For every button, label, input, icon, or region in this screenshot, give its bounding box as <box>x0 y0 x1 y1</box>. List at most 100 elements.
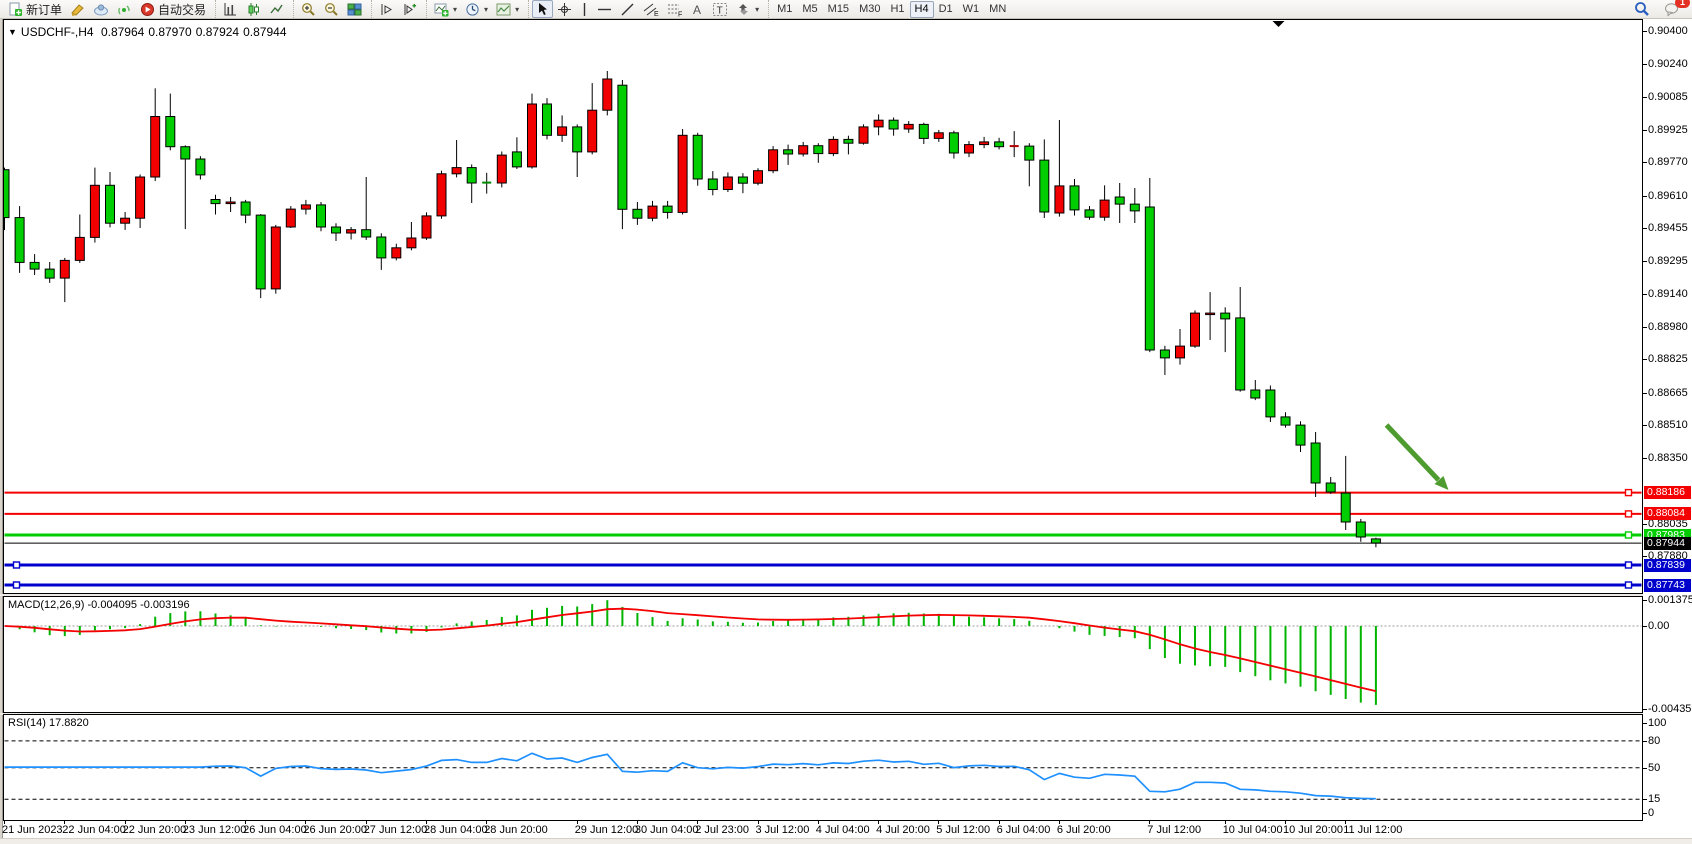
bid-price-badge: 0.87944 <box>1644 537 1691 550</box>
price-line-badge: 0.87839 <box>1644 559 1691 572</box>
price-tick-label: 0.89610 <box>1648 191 1688 202</box>
timeframe-button-m15[interactable]: M15 <box>823 1 854 18</box>
timeframe-button-m1[interactable]: M1 <box>772 1 797 18</box>
rsi-value: 17.8820 <box>49 717 89 729</box>
horizontal-line-icon <box>597 5 612 14</box>
styler-button[interactable] <box>66 0 89 18</box>
line-handle[interactable] <box>1626 490 1632 496</box>
price-tick-mark <box>1643 458 1647 459</box>
indicators-button[interactable]: ▾ <box>430 0 461 18</box>
text-label-tool-button[interactable]: T <box>708 0 732 18</box>
timeframe-button-w1[interactable]: W1 <box>958 1 985 18</box>
bar-chart-icon <box>223 2 238 17</box>
toolbar: 新订单 自动交易 <box>0 0 1692 19</box>
price-tick-mark <box>1643 327 1647 328</box>
time-tick-label: 7 Jul 12:00 <box>1147 824 1201 836</box>
vline-tool-button[interactable] <box>576 0 593 18</box>
horizontal-line-0.87983[interactable] <box>5 532 1642 538</box>
time-tick-label: 10 Jul 04:00 <box>1223 824 1283 836</box>
macd-pane <box>3 596 1643 713</box>
community-button[interactable] <box>89 0 113 18</box>
signals-button[interactable] <box>113 0 136 18</box>
horizontal-line-0.87839[interactable] <box>5 562 1642 568</box>
timeframe-button-h4[interactable]: H4 <box>910 1 934 18</box>
templates-button[interactable]: ▾ <box>492 0 523 18</box>
periods-button[interactable]: ▾ <box>461 0 492 18</box>
clock-icon <box>465 2 480 17</box>
price-tick-label: 0.88980 <box>1648 322 1688 333</box>
timeframe-button-mn[interactable]: MN <box>984 1 1011 18</box>
price-line-badge: 0.88186 <box>1644 486 1691 499</box>
line-chart-icon <box>269 2 284 17</box>
line-chart-type-button[interactable] <box>265 0 288 18</box>
chart-shift-marker-icon[interactable] <box>1273 21 1285 27</box>
notification-badge: 1 <box>1675 0 1690 8</box>
timeframe-button-m5[interactable]: M5 <box>797 1 822 18</box>
down-arrow-annotation[interactable] <box>1387 425 1449 490</box>
chart-shift-icon <box>379 2 394 17</box>
horizontal-line-0.88186[interactable] <box>5 490 1642 496</box>
time-tick-label: 28 Jun 20:00 <box>484 824 548 836</box>
candlestick-type-button[interactable] <box>242 0 265 18</box>
search-icon <box>1634 1 1650 17</box>
line-handle[interactable] <box>14 582 20 588</box>
crosshair-icon <box>557 2 572 17</box>
text-tool-button[interactable]: A <box>687 0 708 18</box>
price-tick-label: 0.90240 <box>1648 59 1688 70</box>
vertical-line-icon <box>580 2 589 17</box>
timeframe-group: M1M5M15M30H1H4D1W1MN <box>768 0 1014 18</box>
macd-tick-mark <box>1643 626 1647 627</box>
autotrade-button[interactable]: 自动交易 <box>136 0 210 18</box>
cursor-tool-button[interactable] <box>532 0 553 18</box>
main-chart-canvas[interactable] <box>4 20 1642 593</box>
svg-text:F: F <box>678 11 682 17</box>
line-handle[interactable] <box>14 562 20 568</box>
fibonacci-tool-button[interactable]: F <box>663 0 687 18</box>
horizontal-line-0.87743[interactable] <box>5 582 1642 588</box>
ohlc-header: ▼USDCHF-,H4 0.879640.879700.879240.87944 <box>8 25 291 39</box>
chart-shift-button[interactable] <box>375 0 398 18</box>
rsi-tick-mark <box>1643 768 1647 769</box>
line-handle[interactable] <box>1626 532 1632 538</box>
periods-dropdown-caret: ▾ <box>484 5 488 14</box>
collapse-chart-icon[interactable]: ▼ <box>8 27 17 37</box>
timeframe-button-d1[interactable]: D1 <box>934 1 958 18</box>
rsi-tick-mark <box>1643 723 1647 724</box>
line-handle[interactable] <box>1626 562 1632 568</box>
time-tick-label: 27 Jun 12:00 <box>364 824 428 836</box>
line-handle[interactable] <box>1626 582 1632 588</box>
timeframe-button-m30[interactable]: M30 <box>854 1 885 18</box>
time-tick-label: 30 Jun 04:00 <box>635 824 699 836</box>
arrows-tool-button[interactable]: ▾ <box>732 0 763 18</box>
rsi-canvas[interactable] <box>4 715 1642 820</box>
zoom-out-button[interactable] <box>320 0 343 18</box>
time-tick-label: 10 Jul 20:00 <box>1283 824 1343 836</box>
tile-windows-button[interactable] <box>343 0 366 18</box>
line-handle[interactable] <box>1626 511 1632 517</box>
ohlc-open: 0.87964 <box>101 25 144 39</box>
text-icon: A <box>691 2 704 16</box>
price-tick-label: 0.89295 <box>1648 256 1688 267</box>
macd-canvas[interactable] <box>4 597 1642 712</box>
rsi-label: RSI(14) 17.8820 <box>8 717 89 729</box>
hline-tool-button[interactable] <box>593 0 616 18</box>
trendline-tool-button[interactable] <box>616 0 639 18</box>
arrows-dropdown-caret: ▾ <box>755 5 759 14</box>
bar-chart-type-button[interactable] <box>219 0 242 18</box>
search-button[interactable] <box>1630 0 1654 18</box>
channel-tool-button[interactable]: E <box>639 0 663 18</box>
candlestick-icon <box>246 2 261 17</box>
auto-scroll-button[interactable] <box>398 0 421 18</box>
timeframe-button-h1[interactable]: H1 <box>885 1 909 18</box>
time-tick-label: 11 Jul 12:00 <box>1343 824 1402 836</box>
zoom-in-button[interactable] <box>297 0 320 18</box>
horizontal-line-0.88084[interactable] <box>5 511 1642 517</box>
new-order-button[interactable]: 新订单 <box>4 0 66 18</box>
arrows-icon <box>736 2 751 17</box>
rsi-tick-label: 50 <box>1648 763 1660 774</box>
svg-text:T: T <box>717 5 723 16</box>
crosshair-tool-button[interactable] <box>553 0 576 18</box>
rsi-pane <box>3 714 1643 821</box>
time-tick-label: 4 Jul 20:00 <box>876 824 930 836</box>
notifications-button[interactable]: 1 <box>1660 0 1684 18</box>
